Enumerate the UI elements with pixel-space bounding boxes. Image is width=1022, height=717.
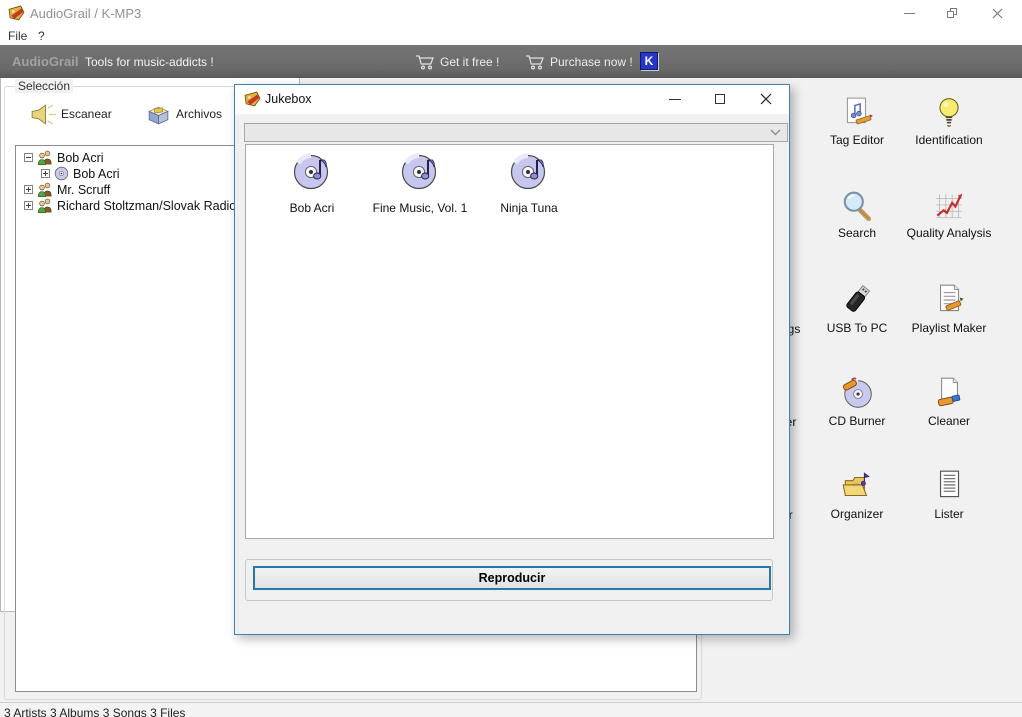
jukebox-title: Jukebox: [265, 92, 312, 106]
usb-stick-icon: [839, 282, 875, 318]
cd-music-icon: [399, 152, 441, 194]
tool-label: Lister: [904, 507, 994, 521]
close-icon: [760, 93, 772, 105]
tool-quality-analysis[interactable]: Quality Analysis: [904, 189, 994, 240]
titlebar: AudioGrail / K-MP3: [0, 0, 1022, 27]
tool-label: Identification: [904, 133, 994, 147]
album-item[interactable]: Fine Music, Vol. 1: [372, 152, 468, 215]
close-icon: [992, 8, 1003, 19]
tool-tag-editor[interactable]: Tag Editor: [812, 96, 902, 147]
tool-label: Playlist Maker: [904, 321, 994, 335]
app-icon: [8, 5, 25, 22]
tree-item-label: Mr. Scruff: [57, 183, 110, 197]
speaker-icon: [30, 101, 57, 128]
menubar: File ?: [0, 27, 1022, 45]
cleaner-brush-icon: [932, 375, 966, 411]
files-button-label: Archivos: [176, 107, 222, 121]
statusbar: 3 Artists 3 Albums 3 Songs 3 Files: [0, 702, 1022, 717]
menu-help[interactable]: ?: [38, 29, 45, 43]
tool-organizer[interactable]: Organizer: [812, 468, 902, 521]
status-text: 3 Artists 3 Albums 3 Songs 3 Files: [4, 706, 185, 717]
album-list[interactable]: Bob Acri Fine Music, Vol. 1: [245, 144, 774, 539]
banner-tagline: Tools for music-addicts !: [85, 55, 214, 69]
restore-button[interactable]: [935, 0, 969, 26]
jukebox-combobox[interactable]: [244, 123, 788, 142]
tool-lister[interactable]: Lister: [904, 468, 994, 521]
tool-search[interactable]: Search: [812, 189, 902, 240]
chart-line-icon: [932, 189, 966, 223]
chevron-down-icon: [770, 129, 781, 136]
album-cd-icon: [54, 166, 69, 181]
tool-cleaner[interactable]: Cleaner: [904, 375, 994, 428]
jukebox-titlebar: Jukebox: [235, 85, 789, 114]
selection-group-label: Selección: [15, 79, 73, 93]
menu-file[interactable]: File: [8, 29, 27, 43]
playlist-icon: [932, 282, 966, 318]
search-icon: [840, 189, 874, 223]
brand-logo: AudioGrail: [12, 54, 78, 69]
tool-label: CD Burner: [812, 414, 902, 428]
files-button[interactable]: Archivos: [145, 96, 240, 132]
cart-icon: [525, 54, 545, 70]
cd-burner-icon: [839, 375, 875, 411]
tool-cd-burner[interactable]: CD Burner: [812, 375, 902, 428]
k-mp3-logo-icon[interactable]: K: [640, 52, 658, 70]
cd-music-icon: [291, 152, 333, 194]
tree-item-artist[interactable]: Richard Stoltzman/Slovak Radio Syn: [24, 197, 261, 214]
minimize-button[interactable]: [892, 0, 926, 26]
tool-label: Quality Analysis: [904, 226, 994, 240]
get-it-free-label: Get it free !: [440, 55, 499, 69]
maximize-icon: [715, 94, 725, 104]
tool-label: USB To PC: [812, 321, 902, 335]
dialog-maximize-button[interactable]: [703, 85, 737, 113]
tool-label: Cleaner: [904, 414, 994, 428]
restore-icon: [947, 8, 957, 18]
album-label: Ninja Tuna: [481, 201, 577, 215]
tag-editor-icon: [840, 96, 874, 130]
play-button[interactable]: Reproducir: [253, 566, 771, 590]
scan-button[interactable]: Escanear: [30, 96, 125, 132]
tool-playlist-maker[interactable]: Playlist Maker: [904, 282, 994, 335]
tool-identification[interactable]: Identification: [904, 96, 994, 147]
tree-item-label: Bob Acri: [73, 167, 120, 181]
album-item[interactable]: Bob Acri: [264, 152, 360, 215]
artist-icon: [37, 198, 53, 213]
scan-button-label: Escanear: [61, 107, 112, 121]
expand-icon[interactable]: [24, 201, 33, 210]
tree-item-album[interactable]: Bob Acri: [41, 165, 120, 182]
lightbulb-icon: [933, 96, 965, 130]
cd-music-icon: [508, 152, 550, 194]
tool-label: Search: [812, 226, 902, 240]
close-button[interactable]: [980, 0, 1014, 26]
organizer-folder-icon: [839, 468, 875, 504]
app-icon: [244, 91, 261, 108]
lister-document-icon: [932, 468, 966, 504]
tree-item-artist[interactable]: Mr. Scruff: [24, 181, 110, 198]
tree-item-artist[interactable]: Bob Acri: [24, 149, 104, 166]
purchase-now-link[interactable]: Purchase now !: [525, 51, 633, 73]
tree-item-label: Richard Stoltzman/Slovak Radio Syn: [57, 199, 261, 213]
dialog-minimize-button[interactable]: [658, 85, 692, 113]
tool-label: Organizer: [812, 507, 902, 521]
album-label: Bob Acri: [264, 201, 360, 215]
collapse-icon[interactable]: [24, 153, 33, 162]
tool-usb-to-pc[interactable]: USB To PC: [812, 282, 902, 335]
banner: AudioGrail Tools for music-addicts ! Get…: [0, 45, 1022, 78]
get-it-free-link[interactable]: Get it free !: [415, 51, 499, 73]
play-button-label: Reproducir: [479, 571, 546, 585]
tree-item-label: Bob Acri: [57, 151, 104, 165]
window-title: AudioGrail / K-MP3: [30, 6, 141, 21]
album-item[interactable]: Ninja Tuna: [481, 152, 577, 215]
purchase-now-label: Purchase now !: [550, 55, 633, 69]
tool-label: Tag Editor: [812, 133, 902, 147]
expand-icon[interactable]: [41, 169, 50, 178]
artist-icon: [37, 150, 53, 165]
cart-icon: [415, 54, 435, 70]
artist-icon: [37, 182, 53, 197]
dialog-close-button[interactable]: [749, 85, 783, 113]
jukebox-dialog: Jukebox Bob Acri: [234, 84, 790, 635]
album-label: Fine Music, Vol. 1: [372, 201, 468, 215]
expand-icon[interactable]: [24, 185, 33, 194]
archive-box-icon: [145, 101, 172, 128]
